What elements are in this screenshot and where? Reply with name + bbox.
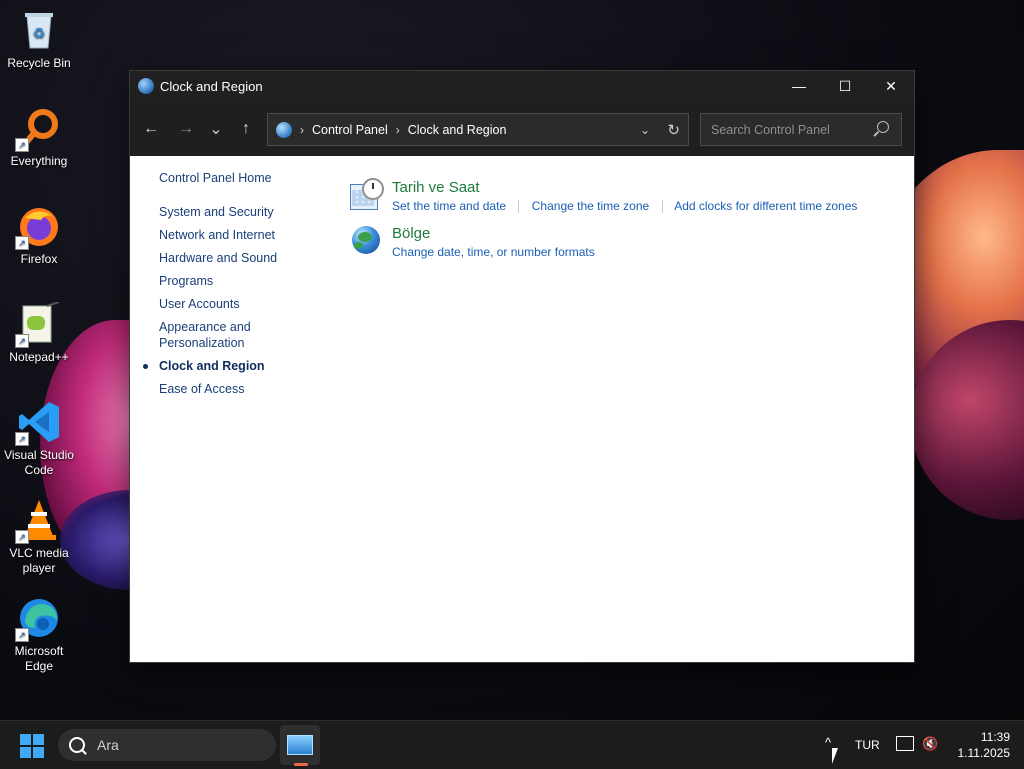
desktop-icon-vlc[interactable]: ↗ VLC media player [0,498,78,576]
desktop-icon-vscode[interactable]: ↗ Visual Studio Code [0,400,78,478]
sidebar-item-hardware-and-sound[interactable]: Hardware and Sound [159,250,329,266]
link-add-clocks[interactable]: Add clocks for different time zones [674,199,857,213]
recent-locations-button[interactable]: ⌄ [201,114,231,144]
svg-text:♻: ♻ [33,26,46,42]
content-area: Control Panel Home System and Security N… [130,156,914,662]
breadcrumb-separator: › [395,122,400,137]
category-title-date-time[interactable]: Tarih ve Saat [392,178,857,198]
sidebar-item-network-and-internet[interactable]: Network and Internet [159,227,329,243]
navigation-bar: ← → ⌄ ↑ › Control Panel › Clock and Regi… [130,101,914,156]
shortcut-arrow-icon: ↗ [15,628,29,642]
minimize-button[interactable]: — [776,71,822,101]
sidebar: Control Panel Home System and Security N… [143,170,329,404]
category-title-region[interactable]: Bölge [392,224,595,244]
desktop-icon-firefox[interactable]: ↗ Firefox [0,204,78,267]
desktop-icon-label: Firefox [20,252,58,266]
control-panel-window: Clock and Region — ☐ ✕ ← → ⌄ ↑ › Control… [130,71,914,662]
search-input[interactable] [709,121,873,138]
active-app-indicator [294,763,308,766]
search-box[interactable] [700,113,902,146]
window-titlebar[interactable]: Clock and Region — ☐ ✕ [130,71,914,101]
link-set-time-and-date[interactable]: Set the time and date [392,199,506,213]
desktop-icon-label: Visual Studio Code [4,448,74,477]
control-panel-icon [138,78,154,94]
tray-time: 11:39 [980,730,1010,744]
forward-button[interactable]: → [171,114,201,144]
desktop-icon-label: Everything [10,154,68,168]
desktop-icon-notepadpp[interactable]: ↗ Notepad++ [0,301,78,365]
desktop-icon-label: Notepad++ [9,350,69,364]
search-icon [69,737,85,753]
taskbar-app-control-panel[interactable] [280,725,320,765]
up-button[interactable]: ↑ [231,114,261,144]
vlc-icon: ↗ [15,498,61,544]
window-title: Clock and Region [160,78,263,94]
recycle-bin-icon: ♻ [17,8,61,52]
vscode-icon: ↗ [15,400,61,446]
firefox-icon: ↗ [15,204,61,250]
breadcrumb-control-panel[interactable]: Control Panel [312,123,388,137]
sidebar-item-clock-and-region[interactable]: Clock and Region [143,358,329,374]
mouse-cursor [832,748,838,764]
shortcut-arrow-icon: ↗ [15,432,29,446]
shortcut-arrow-icon: ↗ [15,530,29,544]
link-change-formats[interactable]: Change date, time, or number formats [392,245,595,259]
sidebar-item-control-panel-home[interactable]: Control Panel Home [159,170,329,186]
address-bar[interactable]: › Control Panel › Clock and Region ⌄ ↻ [267,113,689,146]
volume-muted-icon[interactable]: 🔇 [922,736,938,752]
sidebar-item-ease-of-access[interactable]: Ease of Access [159,381,329,397]
breadcrumb-separator: › [300,122,304,137]
control-panel-icon [287,735,313,755]
back-button[interactable]: ← [136,114,166,144]
region-globe-icon [348,224,382,258]
desktop-icon-label: Microsoft Edge [14,644,64,673]
sidebar-item-programs[interactable]: Programs [159,273,329,289]
tray-date: 1.11.2025 [957,746,1011,760]
taskbar-search[interactable]: Ara [58,729,276,761]
link-divider [661,200,663,214]
sidebar-item-system-and-security[interactable]: System and Security [159,204,329,220]
clock[interactable]: 11:39 1.11.2025 [940,729,1011,761]
start-button[interactable] [20,734,44,758]
maximize-button[interactable]: ☐ [822,71,868,101]
chevron-down-icon[interactable]: ⌄ [640,123,650,137]
refresh-icon[interactable]: ↻ [667,121,680,139]
sidebar-item-appearance[interactable]: Appearance and Personalization [159,319,269,351]
link-divider [518,200,520,214]
desktop-icon-label: VLC media player [9,546,69,575]
date-time-icon [348,178,384,212]
control-panel-icon [276,121,292,138]
sidebar-item-user-accounts[interactable]: User Accounts [159,296,329,312]
taskbar: Ara ^ TUR 🔇 11:39 1.11.2025 [0,720,1024,769]
notepadpp-icon: ↗ [15,301,61,348]
input-language-indicator[interactable]: TUR [855,738,880,752]
link-change-time-zone[interactable]: Change the time zone [532,199,649,213]
taskbar-search-label: Ara [97,737,119,753]
desktop-icon-recycle-bin[interactable]: ♻ Recycle Bin [0,8,78,71]
category-date-time: Tarih ve Saat Set the time and date Chan… [348,178,857,214]
desktop-icon-label: Recycle Bin [7,56,71,70]
category-region: Bölge Change date, time, or number forma… [348,224,595,259]
search-icon[interactable] [877,121,889,133]
shortcut-arrow-icon: ↗ [15,334,29,348]
windows-logo-icon [20,734,31,745]
close-button[interactable]: ✕ [868,71,914,101]
edge-icon: ↗ [15,596,61,642]
shortcut-arrow-icon: ↗ [15,236,29,250]
breadcrumb-clock-and-region[interactable]: Clock and Region [408,123,507,137]
network-icon[interactable] [896,736,914,751]
desktop-icon-everything[interactable]: ↗ Everything [0,106,78,169]
everything-search-icon: ↗ [15,106,61,152]
shortcut-arrow-icon: ↗ [15,138,29,152]
desktop-icon-edge[interactable]: ↗ Microsoft Edge [0,596,78,674]
